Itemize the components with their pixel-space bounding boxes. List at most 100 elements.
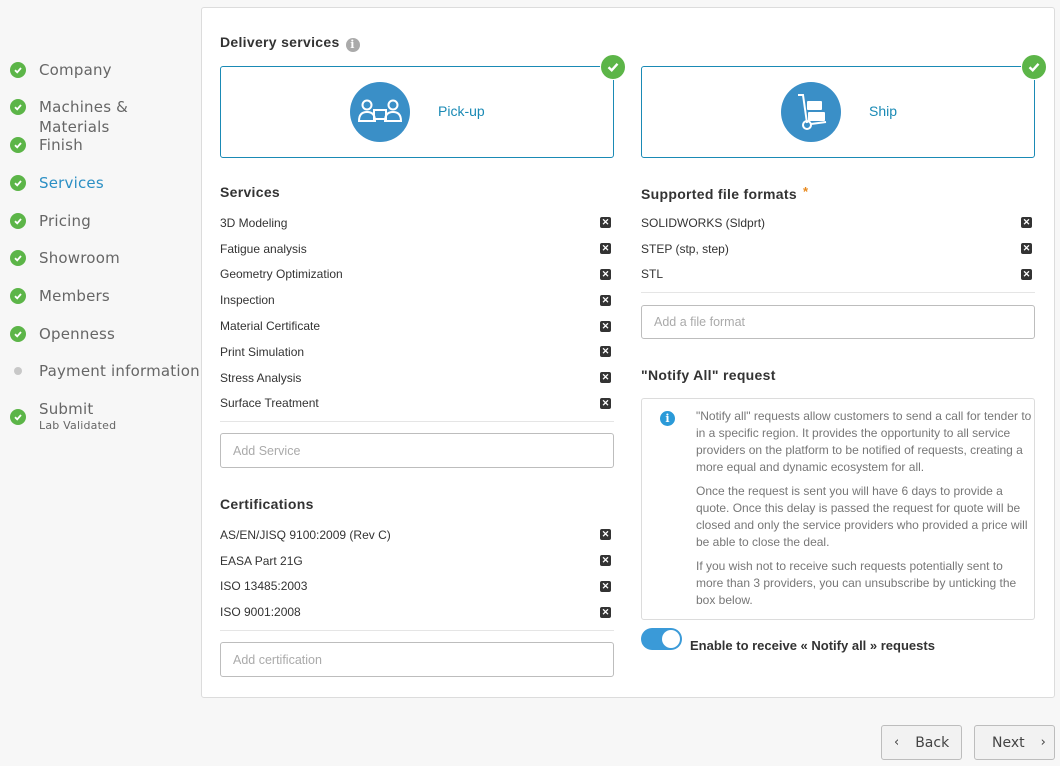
list-item: STL ✕	[641, 262, 1035, 288]
add-certification-input[interactable]	[220, 642, 614, 677]
service-name: Inspection	[220, 293, 275, 308]
remove-icon[interactable]: ✕	[1021, 217, 1032, 229]
remove-icon[interactable]: ✕	[600, 243, 611, 255]
step-label: Finish	[39, 136, 83, 154]
selected-check-icon	[1021, 54, 1047, 80]
list-item: 3D Modeling ✕	[220, 210, 614, 236]
step-services[interactable]: Services	[10, 173, 104, 193]
list-item: Material Certificate ✕	[220, 313, 614, 339]
remove-icon[interactable]: ✕	[600, 268, 611, 280]
file-format-name: STEP (stp, step)	[641, 241, 729, 256]
service-name: Geometry Optimization	[220, 267, 343, 282]
service-name: Material Certificate	[220, 319, 321, 334]
step-machines-materials[interactable]: Machines & Materials	[10, 97, 200, 137]
step-submit-label: Submit	[39, 400, 94, 418]
delivery-option-pickup[interactable]: Pick-up	[220, 54, 626, 158]
step-company[interactable]: Company	[10, 60, 112, 80]
list-item: ISO 9001:2008 ✕	[220, 599, 614, 625]
step-label: Company	[39, 61, 112, 79]
step-label: Showroom	[39, 249, 120, 267]
remove-icon[interactable]: ✕	[1021, 268, 1032, 280]
check-icon	[10, 213, 26, 229]
remove-icon[interactable]: ✕	[600, 397, 611, 409]
step-label: Submit Lab Validated	[39, 399, 116, 433]
check-icon	[10, 288, 26, 304]
certification-name: ISO 13485:2003	[220, 579, 308, 594]
step-label: Openness	[39, 325, 116, 343]
step-finish[interactable]: Finish	[10, 135, 83, 155]
delivery-option-ship[interactable]: Ship	[641, 54, 1047, 158]
check-icon	[10, 137, 26, 153]
selected-check-icon	[600, 54, 626, 80]
step-showroom[interactable]: Showroom	[10, 248, 120, 268]
service-name: 3D Modeling	[220, 215, 288, 230]
toggle-knob	[662, 630, 680, 648]
check-icon	[10, 175, 26, 191]
list-item: SOLIDWORKS (Sldprt) ✕	[641, 210, 1035, 236]
add-service-input[interactable]	[220, 433, 614, 468]
required-marker: *	[802, 184, 809, 199]
check-icon	[10, 99, 26, 115]
info-icon[interactable]: i	[345, 38, 360, 52]
step-label: Services	[39, 174, 104, 192]
list-item: ISO 13485:2003 ✕	[220, 574, 614, 600]
step-label: Machines & Materials	[39, 98, 129, 136]
step-members[interactable]: Members	[10, 286, 110, 306]
service-name: Stress Analysis	[220, 370, 302, 385]
list-item: STEP (stp, step) ✕	[641, 236, 1035, 262]
step-label: Payment information	[39, 362, 200, 380]
step-openness[interactable]: Openness	[10, 324, 115, 344]
remove-icon[interactable]: ✕	[600, 606, 611, 618]
notify-paragraph: If you wish not to receive such requests…	[696, 559, 1017, 607]
add-file-format-input[interactable]	[641, 305, 1035, 339]
next-button[interactable]: Next ›	[974, 725, 1055, 760]
ship-label: Ship	[869, 103, 898, 119]
file-formats-list: SOLIDWORKS (Sldprt) ✕ STEP (stp, step) ✕ S…	[641, 210, 1035, 287]
list-item: Print Simulation ✕	[220, 339, 614, 365]
file-formats-heading: Supported file formats *	[641, 184, 808, 202]
certification-name: ISO 9001:2008	[220, 605, 301, 620]
check-icon	[10, 409, 26, 425]
file-formats-title: Supported file formats	[641, 186, 797, 202]
divider	[220, 630, 614, 631]
notify-all-toggle[interactable]	[641, 628, 682, 650]
remove-icon[interactable]: ✕	[600, 320, 611, 332]
certifications-heading: Certifications	[220, 496, 314, 512]
notify-all-description: "Notify all" requests allow customers to…	[696, 408, 1032, 616]
list-item: AS/EN/JISQ 9100:2009 (Rev C) ✕	[220, 522, 614, 548]
next-label: Next	[992, 734, 1025, 751]
notify-paragraph: Once the request is sent you will have 6…	[696, 484, 1028, 549]
remove-icon[interactable]: ✕	[600, 529, 611, 541]
back-button[interactable]: ‹ Back	[881, 725, 962, 760]
list-item: EASA Part 21G ✕	[220, 548, 614, 574]
service-name: Fatigue analysis	[220, 241, 307, 256]
list-item: Geometry Optimization ✕	[220, 262, 614, 288]
certifications-list: AS/EN/JISQ 9100:2009 (Rev C) ✕ EASA Part …	[220, 522, 614, 625]
remove-icon[interactable]: ✕	[600, 580, 611, 592]
hand-truck-icon	[781, 82, 841, 142]
notify-all-info-box: i "Notify all" requests allow customers …	[641, 398, 1035, 620]
list-item: Surface Treatment ✕	[220, 391, 614, 417]
remove-icon[interactable]: ✕	[600, 346, 611, 358]
remove-icon[interactable]: ✕	[600, 294, 611, 306]
certification-name: AS/EN/JISQ 9100:2009 (Rev C)	[220, 527, 391, 542]
step-label: Pricing	[39, 212, 91, 230]
remove-icon[interactable]: ✕	[600, 555, 611, 567]
file-format-name: STL	[641, 267, 664, 282]
service-name: Surface Treatment	[220, 396, 319, 411]
certification-name: EASA Part 21G	[220, 553, 303, 568]
list-item: Stress Analysis ✕	[220, 365, 614, 391]
file-format-name: SOLIDWORKS (Sldprt)	[641, 215, 766, 230]
step-submit[interactable]: Submit Lab Validated	[10, 399, 116, 433]
step-pricing[interactable]: Pricing	[10, 211, 91, 231]
check-icon	[10, 62, 26, 78]
remove-icon[interactable]: ✕	[600, 372, 611, 384]
remove-icon[interactable]: ✕	[600, 217, 611, 229]
info-icon: i	[660, 411, 675, 426]
service-name: Print Simulation	[220, 344, 305, 359]
divider	[641, 292, 1035, 293]
remove-icon[interactable]: ✕	[1021, 243, 1032, 255]
step-payment-information[interactable]: Payment information	[10, 361, 200, 381]
services-list: 3D Modeling ✕ Fatigue analysis ✕ Geometry …	[220, 210, 614, 416]
check-icon	[10, 326, 26, 342]
